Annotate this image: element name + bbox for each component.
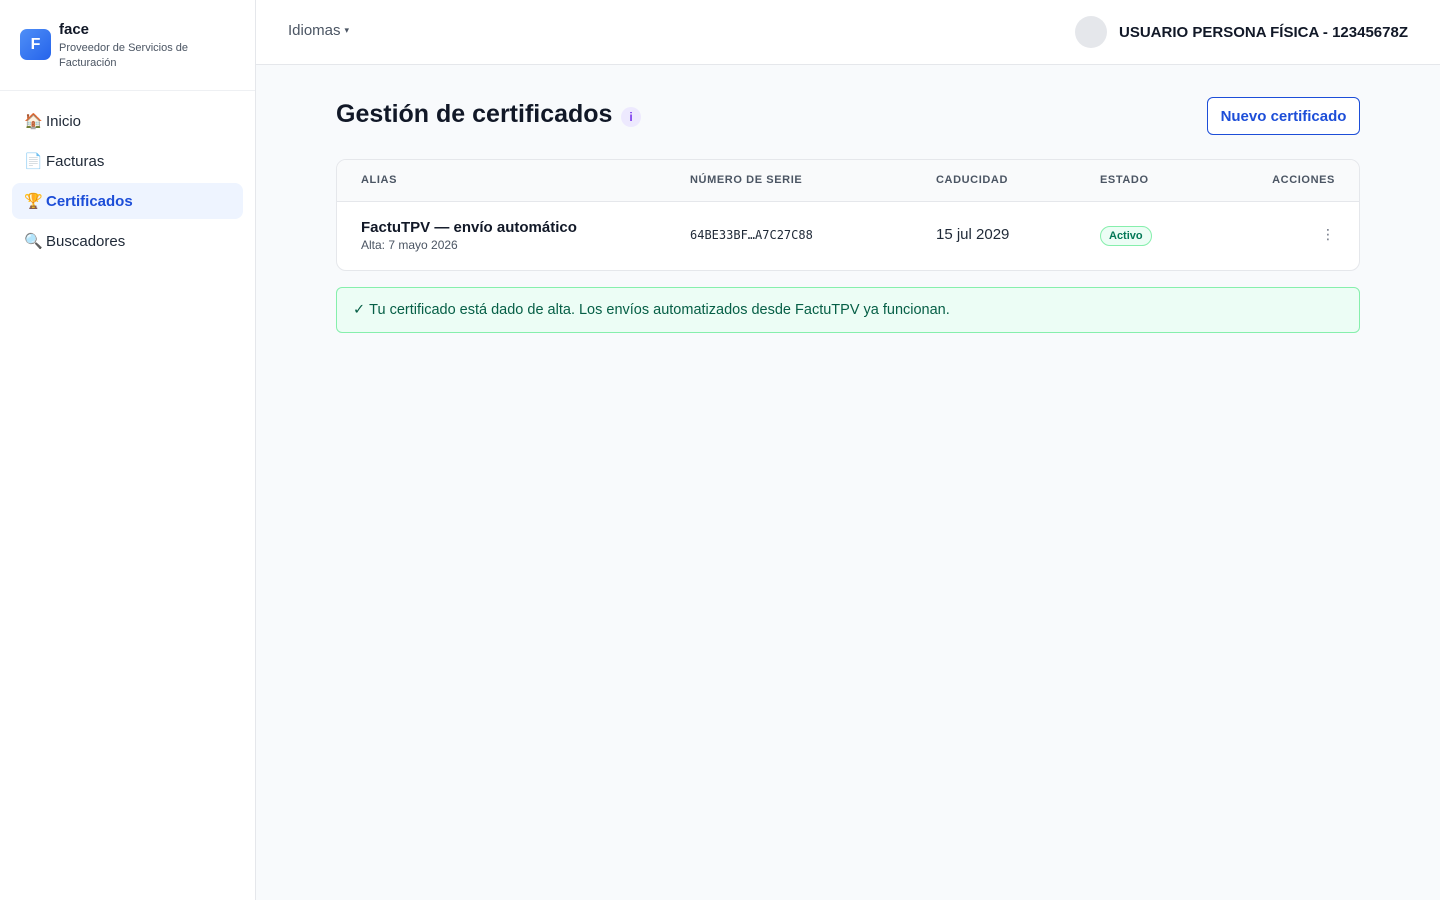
brand-subtitle: Proveedor de Servicios de Facturación [59, 42, 189, 69]
certificate-created-date: Alta: 7 mayo 2026 [361, 238, 458, 252]
magnifier-icon: 🔍 [24, 232, 43, 250]
row-actions-kebab-icon[interactable]: ⋮ [1321, 226, 1335, 243]
top-bar: Idiomas ▾ USUARIO PERSONA FÍSICA - 123456… [256, 0, 1440, 65]
sidebar-item-certificados[interactable]: 🏆 Certificados [12, 183, 243, 219]
brand: F face Proveedor de Servicios de Factura… [0, 0, 255, 91]
user-menu[interactable]: USUARIO PERSONA FÍSICA - 12345678Z [1075, 16, 1408, 48]
checkmark-icon: ✓ [353, 302, 366, 318]
sidebar-item-buscadores[interactable]: 🔍 Buscadores [12, 223, 243, 259]
trophy-icon: 🏆 [24, 192, 43, 210]
user-name: USUARIO PERSONA FÍSICA - 12345678Z [1119, 23, 1408, 41]
language-label: Idiomas [288, 22, 341, 39]
column-header-expiry: CADUCIDAD [936, 174, 1009, 186]
language-selector[interactable]: Idiomas ▾ [288, 22, 349, 39]
new-certificate-button[interactable]: Nuevo certificado [1207, 97, 1360, 135]
sidebar-item-label: Buscadores [46, 232, 126, 250]
sidebar-item-label: Facturas [46, 152, 105, 170]
chevron-down-icon: ▾ [344, 25, 350, 35]
brand-name: face [59, 21, 90, 38]
page-header: Gestión de certificados i Nuevo certific… [336, 97, 1360, 135]
sidebar-item-inicio[interactable]: 🏠 Inicio [12, 103, 243, 139]
status-cell: Activo [1100, 226, 1152, 246]
alert-text: Tu certificado está dado de alta. Los en… [369, 302, 950, 318]
success-alert: ✓ Tu certificado está dado de alta. Los … [336, 287, 1360, 333]
status-badge: Activo [1100, 226, 1152, 246]
brand-text: face Proveedor de Servicios de Facturaci… [59, 21, 209, 71]
brand-logo[interactable]: F [20, 29, 51, 60]
table-header: ALIAS NÚMERO DE SERIE CADUCIDAD ESTADO A… [337, 160, 1359, 202]
page-title: Gestión de certificados [336, 100, 613, 128]
info-icon[interactable]: i [621, 107, 641, 127]
column-header-actions: ACCIONES [1272, 174, 1335, 186]
sidebar-item-facturas[interactable]: 📄 Facturas [12, 143, 243, 179]
sidebar-item-label: Inicio [46, 112, 82, 130]
column-header-alias: ALIAS [361, 174, 397, 186]
certificates-table: ALIAS NÚMERO DE SERIE CADUCIDAD ESTADO A… [336, 159, 1360, 271]
sidebar-item-label: Certificados [46, 192, 133, 210]
certificate-expiry: 15 jul 2029 [936, 226, 1010, 243]
table-row: FactuTPV — envío automático Alta: 7 mayo… [337, 202, 1359, 270]
sidebar-nav: 🏠 Inicio 📄 Facturas 🏆 Certificados 🔍 Bus… [0, 91, 255, 275]
certificate-serial: 64BE33BF…A7C27C88 [690, 228, 813, 242]
sidebar: F face Proveedor de Servicios de Factura… [0, 0, 256, 900]
main-content: Gestión de certificados i Nuevo certific… [336, 97, 1360, 333]
column-header-status: ESTADO [1100, 174, 1149, 186]
document-icon: 📄 [24, 152, 43, 170]
house-icon: 🏠 [24, 112, 43, 130]
column-header-serial: NÚMERO DE SERIE [690, 174, 803, 186]
alias-cell: FactuTPV — envío automático Alta: 7 mayo… [361, 219, 577, 252]
avatar[interactable] [1075, 16, 1108, 48]
certificate-alias: FactuTPV — envío automático [361, 219, 577, 236]
